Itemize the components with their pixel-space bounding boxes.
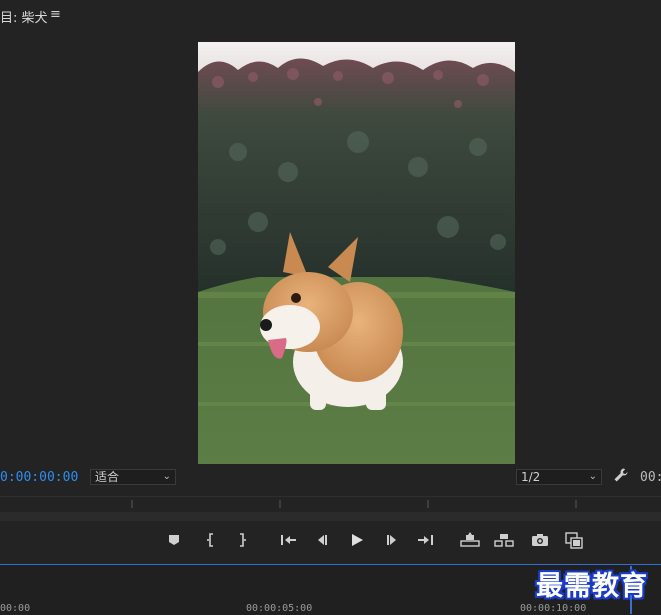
panel-title-bar: 目: 柴犬 ≡: [0, 0, 661, 30]
wrench-icon[interactable]: [613, 467, 629, 487]
zoom-level-value: 适合: [95, 470, 120, 484]
go-to-out-icon: [418, 535, 433, 545]
step-forward-button[interactable]: [381, 528, 403, 552]
chevron-down-icon: ⌄: [162, 471, 171, 482]
export-frame-button[interactable]: [529, 528, 551, 552]
hamburger-menu-icon[interactable]: ≡: [50, 7, 61, 22]
go-to-in-icon: [281, 535, 296, 545]
video-frame-corgi: [198, 42, 515, 464]
go-to-out-button[interactable]: [415, 528, 437, 552]
mark-out-button[interactable]: [231, 528, 253, 552]
step-back-button[interactable]: [311, 528, 333, 552]
compare-view-button[interactable]: [563, 528, 585, 552]
lift-button[interactable]: [459, 528, 481, 552]
playback-resolution-select[interactable]: 1/2 ⌄: [516, 469, 602, 485]
camera-icon: [532, 534, 548, 546]
compare-view-icon: [565, 532, 583, 549]
play-button[interactable]: [346, 528, 368, 552]
timeline-marker-0: 00:00: [0, 603, 31, 614]
chevron-down-icon: ⌄: [588, 471, 597, 482]
step-forward-icon: [387, 535, 396, 545]
timeline-marker-1: 00:00:05:00: [246, 603, 313, 614]
zoom-level-select[interactable]: 适合 ⌄: [90, 469, 176, 485]
add-marker-button[interactable]: [163, 528, 185, 552]
step-back-icon: [318, 535, 327, 545]
monitor-time-ruler[interactable]: [0, 495, 661, 509]
play-icon: [352, 534, 363, 546]
timeline-marker-2: 00:00:10:00: [520, 603, 587, 614]
marker-icon: [169, 535, 179, 545]
mark-in-icon: [207, 533, 213, 547]
panel-title: 目: 柴犬: [0, 11, 48, 26]
duration-timecode: 00:: [640, 470, 661, 485]
resolution-value: 1/2: [521, 470, 541, 484]
extract-button[interactable]: [493, 528, 515, 552]
mark-in-button[interactable]: [200, 528, 222, 552]
scrub-bar[interactable]: [0, 512, 661, 521]
extract-icon: [494, 534, 514, 547]
current-timecode[interactable]: 0:00:00:00: [0, 470, 78, 485]
mark-out-icon: [240, 533, 246, 547]
transport-controls: [0, 528, 661, 554]
watermark-logo: 最需教育: [536, 571, 648, 602]
lift-icon: [460, 532, 480, 547]
go-to-in-button[interactable]: [277, 528, 299, 552]
